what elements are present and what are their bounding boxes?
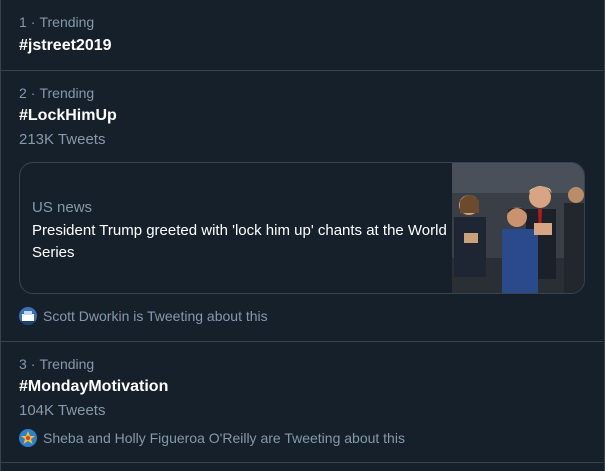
trend-separator: · xyxy=(30,356,36,372)
trend-tweet-count: 104K Tweets xyxy=(19,402,106,419)
trend-item-3[interactable]: 3 · Trending #MondayMotivation 104K Tweets… xyxy=(1,342,603,463)
trend-meta: 2 · Trending xyxy=(19,84,94,102)
trend-label: Trending xyxy=(39,14,95,30)
trend-context-text: Sheba and Holly Figueroa O'Reilly are Tw… xyxy=(43,430,405,446)
avatar[interactable] xyxy=(19,307,37,325)
trend-separator: · xyxy=(30,14,36,30)
trend-rank: 1 xyxy=(19,14,27,30)
trend-context-text: Scott Dworkin is Tweeting about this xyxy=(43,308,268,324)
trend-meta: 3 · Trending xyxy=(19,355,94,373)
trend-meta: 1 · Trending xyxy=(19,13,94,31)
trend-context: Sheba and Holly Figueroa O'Reilly are Tw… xyxy=(19,429,405,447)
trend-tweet-count: 213K Tweets xyxy=(19,131,106,148)
trend-label: Trending xyxy=(39,356,95,372)
trend-label: Trending xyxy=(39,85,95,101)
avatar[interactable] xyxy=(19,429,37,447)
trend-separator: · xyxy=(30,85,36,101)
trend-item-2[interactable]: 2 · Trending #LockHimUp 213K Tweets US new… xyxy=(1,71,603,342)
trend-hashtag[interactable]: #jstreet2019 xyxy=(19,36,112,56)
trend-rank: 2 xyxy=(19,85,27,101)
trend-hashtag[interactable]: #MondayMotivation xyxy=(19,377,168,397)
news-card-photo xyxy=(452,163,584,293)
trend-hashtag[interactable]: #LockHimUp xyxy=(19,106,117,126)
news-card-headline: President Trump greeted with 'lock him u… xyxy=(32,222,447,261)
trend-context: Scott Dworkin is Tweeting about this xyxy=(19,307,268,325)
news-card-category: US news xyxy=(32,199,93,216)
trend-rank: 3 xyxy=(19,356,27,372)
news-card[interactable]: US news President Trump greeted with 'lo… xyxy=(19,162,585,294)
trend-item-1[interactable]: 1 · Trending #jstreet2019 xyxy=(1,0,603,71)
